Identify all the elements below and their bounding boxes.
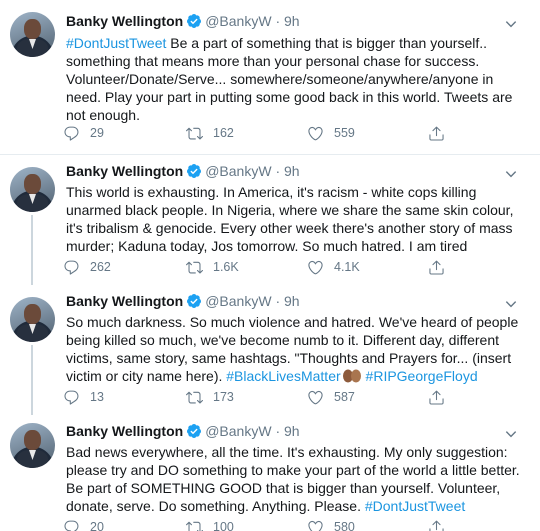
like-count: 580: [334, 520, 355, 531]
verified-badge-icon: [186, 163, 202, 183]
avatar[interactable]: [10, 167, 55, 212]
folded-hands-emoji: [342, 369, 362, 383]
display-name[interactable]: Banky Wellington: [66, 163, 183, 179]
tweet-actions: 262 1.6K 4.1K: [63, 257, 463, 277]
share-icon: [429, 390, 444, 405]
thread-connector-line: [31, 215, 33, 285]
user-handle[interactable]: @BankyW: [205, 13, 271, 29]
avatar[interactable]: [10, 423, 55, 468]
timestamp[interactable]: 9h: [284, 163, 300, 179]
verified-badge-icon: [186, 293, 202, 313]
heart-icon: [308, 260, 323, 274]
chevron-down-icon[interactable]: [504, 167, 518, 181]
hashtag-link[interactable]: #BlackLivesMatter: [226, 368, 340, 384]
retweet-count: 162: [213, 126, 234, 140]
user-handle[interactable]: @BankyW: [205, 423, 271, 439]
tweet-actions: 29 162 559: [63, 123, 463, 143]
heart-icon: [308, 520, 323, 531]
reply-button[interactable]: 13: [63, 387, 104, 407]
reply-button[interactable]: 262: [63, 257, 111, 277]
reply-button[interactable]: 20: [63, 517, 104, 531]
timestamp[interactable]: 9h: [284, 423, 300, 439]
like-count: 559: [334, 126, 355, 140]
reply-icon: [64, 390, 79, 405]
tweet-thread: Banky Wellington @BankyW · 9h #DontJustTw…: [0, 0, 540, 531]
like-button[interactable]: 587: [307, 387, 355, 407]
retweet-count: 1.6K: [213, 260, 239, 274]
reply-count: 20: [90, 520, 104, 531]
tweet-header: Banky Wellington @BankyW · 9h: [66, 163, 300, 183]
tweet-text: #DontJustTweet Be a part of something th…: [66, 34, 528, 124]
avatar[interactable]: [10, 297, 55, 342]
tweet-header: Banky Wellington @BankyW · 9h: [66, 423, 300, 443]
chevron-down-icon[interactable]: [504, 17, 518, 31]
verified-badge-icon: [186, 423, 202, 443]
tweet-actions: 13 173 587: [63, 387, 463, 407]
retweet-count: 173: [213, 390, 234, 404]
retweet-button[interactable]: 173: [186, 387, 234, 407]
retweet-icon: [186, 521, 203, 531]
tweet[interactable]: Banky Wellington @BankyW · 9h So much dar…: [0, 285, 540, 415]
like-button[interactable]: 4.1K: [307, 257, 360, 277]
separator-dot: ·: [275, 423, 281, 439]
display-name[interactable]: Banky Wellington: [66, 13, 183, 29]
like-count: 587: [334, 390, 355, 404]
hashtag-link[interactable]: #RIPGeorgeFloyd: [362, 368, 478, 384]
like-button[interactable]: 559: [307, 123, 355, 143]
hashtag-link[interactable]: #DontJustTweet: [365, 498, 465, 514]
retweet-button[interactable]: 1.6K: [186, 257, 239, 277]
user-handle[interactable]: @BankyW: [205, 163, 271, 179]
tweet-text: Bad news everywhere, all the time. It's …: [66, 443, 528, 515]
heart-icon: [308, 126, 323, 140]
reply-count: 29: [90, 126, 104, 140]
timestamp[interactable]: 9h: [284, 293, 300, 309]
tweet-actions: 20 100 580: [63, 517, 463, 531]
reply-button[interactable]: 29: [63, 123, 104, 143]
share-icon: [429, 126, 444, 141]
retweet-icon: [186, 261, 203, 273]
retweet-button[interactable]: 162: [186, 123, 234, 143]
retweet-button[interactable]: 100: [186, 517, 234, 531]
tweet[interactable]: Banky Wellington @BankyW · 9h Bad news ev…: [0, 415, 540, 531]
tweet[interactable]: Banky Wellington @BankyW · 9h This world …: [0, 155, 540, 285]
like-button[interactable]: 580: [307, 517, 355, 531]
like-count: 4.1K: [334, 260, 360, 274]
tweet[interactable]: Banky Wellington @BankyW · 9h #DontJustTw…: [0, 0, 540, 155]
separator-dot: ·: [275, 293, 281, 309]
share-icon: [429, 520, 444, 531]
retweet-count: 100: [213, 520, 234, 531]
reply-icon: [64, 520, 79, 531]
chevron-down-icon[interactable]: [504, 297, 518, 311]
timestamp[interactable]: 9h: [284, 13, 300, 29]
hashtag-link[interactable]: #DontJustTweet: [66, 35, 166, 51]
reply-icon: [64, 126, 79, 141]
retweet-icon: [186, 391, 203, 403]
display-name[interactable]: Banky Wellington: [66, 293, 183, 309]
reply-icon: [64, 260, 79, 275]
verified-badge-icon: [186, 13, 202, 33]
tweet-header: Banky Wellington @BankyW · 9h: [66, 293, 300, 313]
reply-count: 13: [90, 390, 104, 404]
chevron-down-icon[interactable]: [504, 427, 518, 441]
share-button[interactable]: [428, 517, 455, 531]
display-name[interactable]: Banky Wellington: [66, 423, 183, 439]
share-button[interactable]: [428, 123, 455, 143]
tweet-text: This world is exhausting. In America, it…: [66, 183, 528, 255]
share-button[interactable]: [428, 257, 455, 277]
retweet-icon: [186, 127, 203, 139]
separator-dot: ·: [275, 13, 281, 29]
tweet-text: So much darkness. So much violence and h…: [66, 313, 528, 385]
share-icon: [429, 260, 444, 275]
separator-dot: ·: [275, 163, 281, 179]
thread-connector-line: [31, 345, 33, 415]
share-button[interactable]: [428, 387, 455, 407]
heart-icon: [308, 390, 323, 404]
user-handle[interactable]: @BankyW: [205, 293, 271, 309]
reply-count: 262: [90, 260, 111, 274]
tweet-header: Banky Wellington @BankyW · 9h: [66, 13, 300, 33]
avatar[interactable]: [10, 12, 55, 57]
tweet-text-segment: This world is exhausting. In America, it…: [66, 184, 514, 254]
